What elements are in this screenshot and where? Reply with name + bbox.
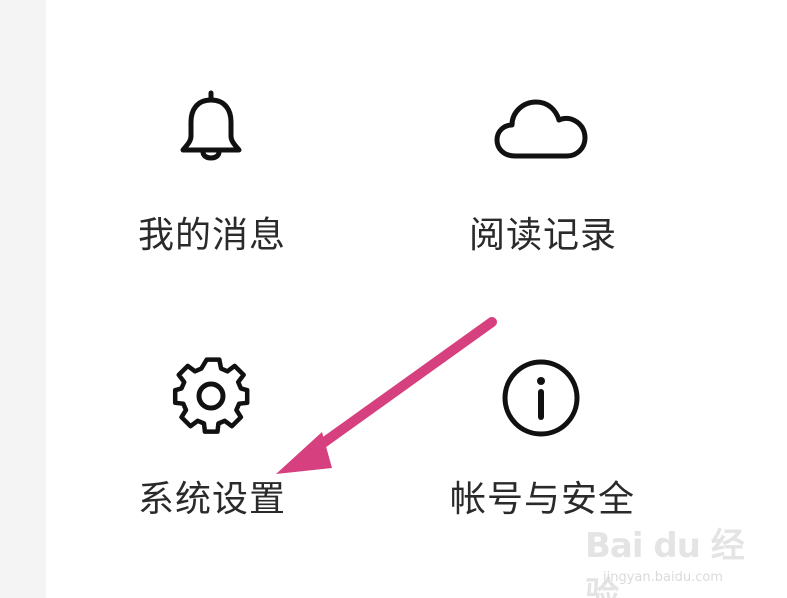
menu-screen: 我的消息 阅读记录 系统设置 帐号与安全 Bai du 经验 jingyan.b…: [0, 0, 787, 598]
watermark-logo: Bai du 经验: [585, 526, 745, 598]
bell-icon: [175, 90, 247, 172]
cloud-icon: [493, 94, 589, 168]
annotation-arrow: [276, 317, 497, 474]
info-icon: [500, 357, 582, 443]
side-strip: [0, 0, 46, 598]
menu-item-system-settings[interactable]: 系统设置: [120, 345, 310, 525]
menu-item-account-security[interactable]: 帐号与安全: [430, 345, 660, 525]
baidu-watermark: Bai du 经验 jingyan.baidu.com: [585, 512, 760, 598]
gear-icon: [170, 355, 252, 441]
menu-item-my-messages[interactable]: 我的消息: [120, 80, 310, 260]
menu-item-label: 阅读记录: [469, 215, 618, 256]
menu-item-label: 我的消息: [138, 215, 287, 256]
watermark-url: jingyan.baidu.com: [603, 570, 723, 585]
menu-item-reading-history[interactable]: 阅读记录: [445, 80, 645, 260]
menu-item-label: 系统设置: [138, 479, 287, 520]
